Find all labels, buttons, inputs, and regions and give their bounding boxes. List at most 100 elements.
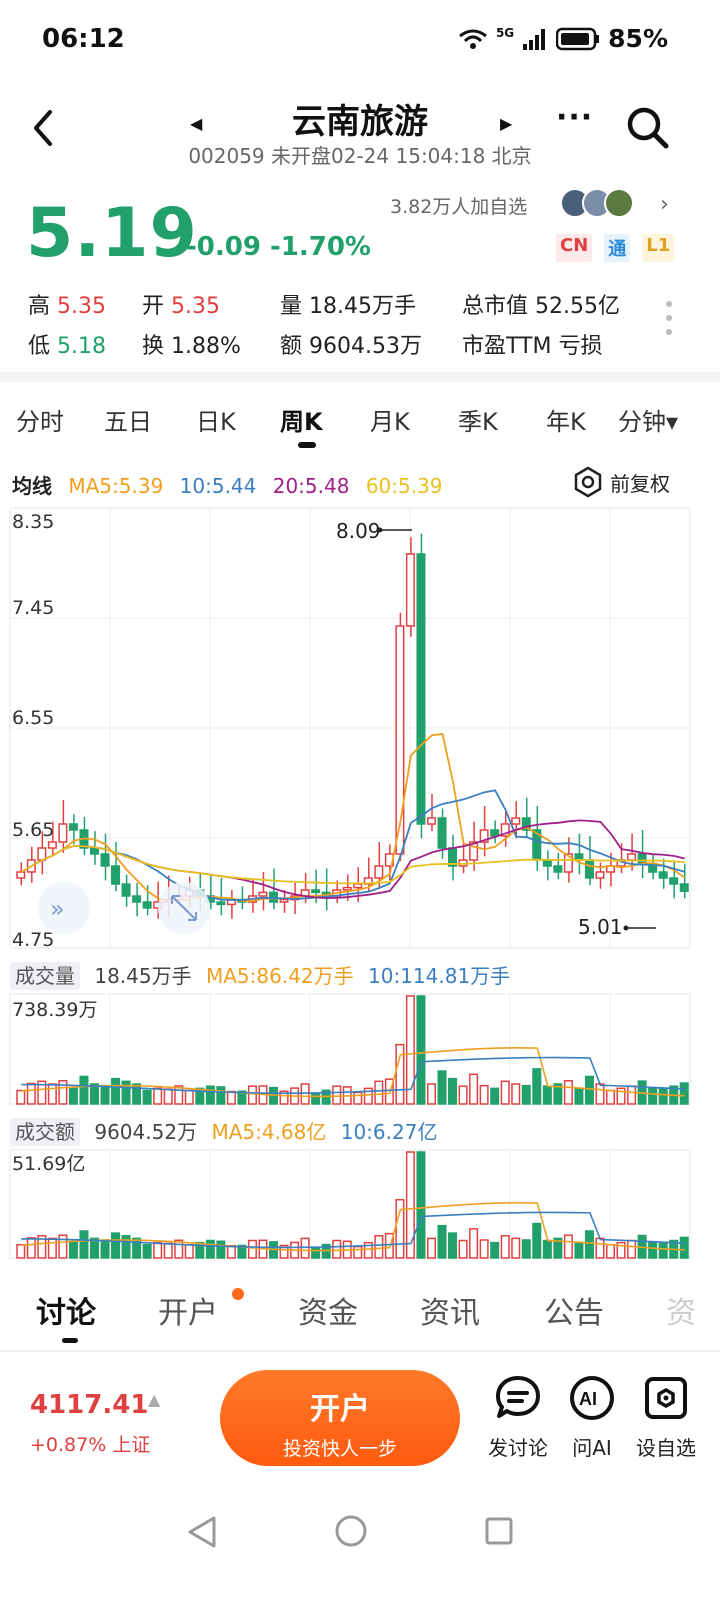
next-stock-arrow-icon[interactable]: ▶ [500, 114, 512, 133]
volume-bar [658, 1087, 668, 1105]
bottom-tabs: 讨论 开户 资金 资讯 公告 资 [0, 1268, 720, 1348]
candle-body [426, 817, 436, 825]
volume-bar [511, 1083, 521, 1105]
volume-bar [437, 1070, 447, 1105]
volume-bar [521, 1084, 531, 1105]
stat-market-cap: 总市值 52.55亿 [462, 294, 620, 319]
volume-bar [595, 1083, 605, 1105]
chat-bubble-icon [496, 1376, 540, 1418]
volume-bar [111, 1077, 121, 1105]
candle-body [511, 817, 521, 825]
amount-bar [68, 1241, 78, 1259]
tab-weekly-k[interactable]: 周K [280, 402, 323, 437]
amount-bar [511, 1237, 521, 1259]
amount-bar [353, 1245, 363, 1259]
stat-high: 高 5.35 [28, 294, 106, 319]
volume-bars [16, 995, 689, 1105]
kline-chart[interactable]: 8.35 7.45 6.55 5.65 4.75 8.09 5.01 738.3… [0, 500, 720, 1260]
scroll-left-button[interactable]: » [38, 882, 90, 934]
candle-body [669, 877, 679, 885]
amount-bar [658, 1241, 668, 1259]
tab-monthly-k[interactable]: 月K [370, 402, 410, 437]
index-change[interactable]: +0.87% 上证 [30, 1430, 150, 1457]
candle-body [353, 883, 363, 889]
status-icons: 5G 85% [458, 24, 668, 53]
volume-bar [395, 1043, 405, 1105]
tab-discussion[interactable]: 讨论 [36, 1288, 96, 1332]
tab-capital[interactable]: 资金 [298, 1288, 358, 1332]
amount-bar [500, 1234, 510, 1259]
tab-quarterly-k[interactable]: 季K [458, 402, 498, 437]
system-home-icon[interactable] [334, 1514, 368, 1548]
watcher-avatars[interactable] [560, 188, 634, 218]
stock-name: 云南旅游 [292, 102, 428, 142]
ma60-value: 60:5.39 [365, 474, 443, 498]
low-price-marker: 5.01 [578, 915, 623, 939]
candle-body [679, 883, 689, 892]
search-icon[interactable] [624, 104, 670, 150]
tab-yearly-k[interactable]: 年K [546, 402, 586, 437]
candle-body [405, 553, 415, 627]
amount-bar [395, 1198, 405, 1259]
amount-label[interactable]: 成交额 [10, 1118, 80, 1146]
volume-label[interactable]: 成交量 [10, 962, 80, 990]
candle-body [142, 901, 152, 909]
candle-body [216, 901, 226, 906]
notification-dot [232, 1288, 244, 1300]
avatar [604, 188, 634, 218]
tab-open-account[interactable]: 开户 [158, 1288, 218, 1332]
expand-stats-icon[interactable] [664, 300, 674, 336]
volume-bar [574, 1087, 584, 1105]
amount-bar [184, 1244, 194, 1259]
amount-bar [26, 1237, 36, 1259]
system-back-icon[interactable] [186, 1514, 218, 1550]
svg-text:AI: AI [579, 1389, 597, 1409]
volume-bar [311, 1092, 321, 1105]
amount-bar [216, 1240, 226, 1259]
watchers-count[interactable]: 3.82万人加自选 [390, 192, 527, 219]
volume-bar [563, 1080, 573, 1105]
adjust-toggle[interactable]: 前复权 [572, 466, 670, 498]
amount-bar [521, 1239, 531, 1259]
more-options-icon[interactable]: ··· [556, 100, 593, 135]
price-axis-label: 5.65 [12, 819, 54, 841]
volume-ma10: 10:114.81万手 [368, 964, 511, 988]
tab-announcements[interactable]: 公告 [544, 1288, 604, 1332]
tab-minute[interactable]: 分钟▾ [618, 402, 678, 437]
candle-body [121, 883, 131, 897]
volume-bar [16, 1089, 26, 1105]
index-value[interactable]: 4117.41 [30, 1390, 148, 1420]
volume-bar [163, 1088, 173, 1105]
amount-bar [405, 1151, 415, 1259]
open-account-button[interactable]: 开户 投资快人一步 [220, 1370, 460, 1466]
quote-stats: 高 5.35 开 5.35 量 18.45万手 总市值 52.55亿 低 5.1… [0, 284, 720, 364]
tab-five-day[interactable]: 五日 [104, 402, 152, 437]
amount-bar [458, 1239, 468, 1259]
volume-bar [469, 1073, 479, 1105]
amount-value: 9604.52万 [94, 1120, 198, 1144]
volume-bar [300, 1083, 310, 1105]
add-watchlist-button[interactable]: 设自选 [626, 1374, 706, 1461]
ask-ai-label: 问AI [572, 1436, 612, 1460]
candle-body [342, 886, 352, 891]
volume-value: 18.45万手 [94, 964, 192, 988]
amount-bar [448, 1232, 458, 1259]
svg-text:»: » [50, 895, 65, 923]
tab-news[interactable]: 资讯 [420, 1288, 480, 1332]
candle-body [490, 829, 500, 837]
post-discussion-button[interactable]: 发讨论 [478, 1374, 558, 1461]
battery-icon [556, 27, 600, 50]
tab-daily-k[interactable]: 日K [196, 402, 236, 437]
system-recents-icon[interactable] [484, 1516, 514, 1546]
candle-body [258, 891, 268, 897]
current-price: 5.19 [26, 194, 198, 273]
volume-axis-max: 738.39万 [12, 999, 97, 1021]
ask-ai-button[interactable]: AI 问AI [552, 1374, 632, 1461]
tab-more-partial[interactable]: 资 [666, 1288, 696, 1332]
amount-bar [595, 1237, 605, 1259]
zoom-button[interactable] [158, 882, 210, 934]
tab-intraday[interactable]: 分时 [16, 402, 64, 437]
amount-bar [532, 1222, 542, 1259]
chevron-right-icon[interactable]: › [660, 192, 669, 217]
high-marker-dot [377, 527, 383, 533]
